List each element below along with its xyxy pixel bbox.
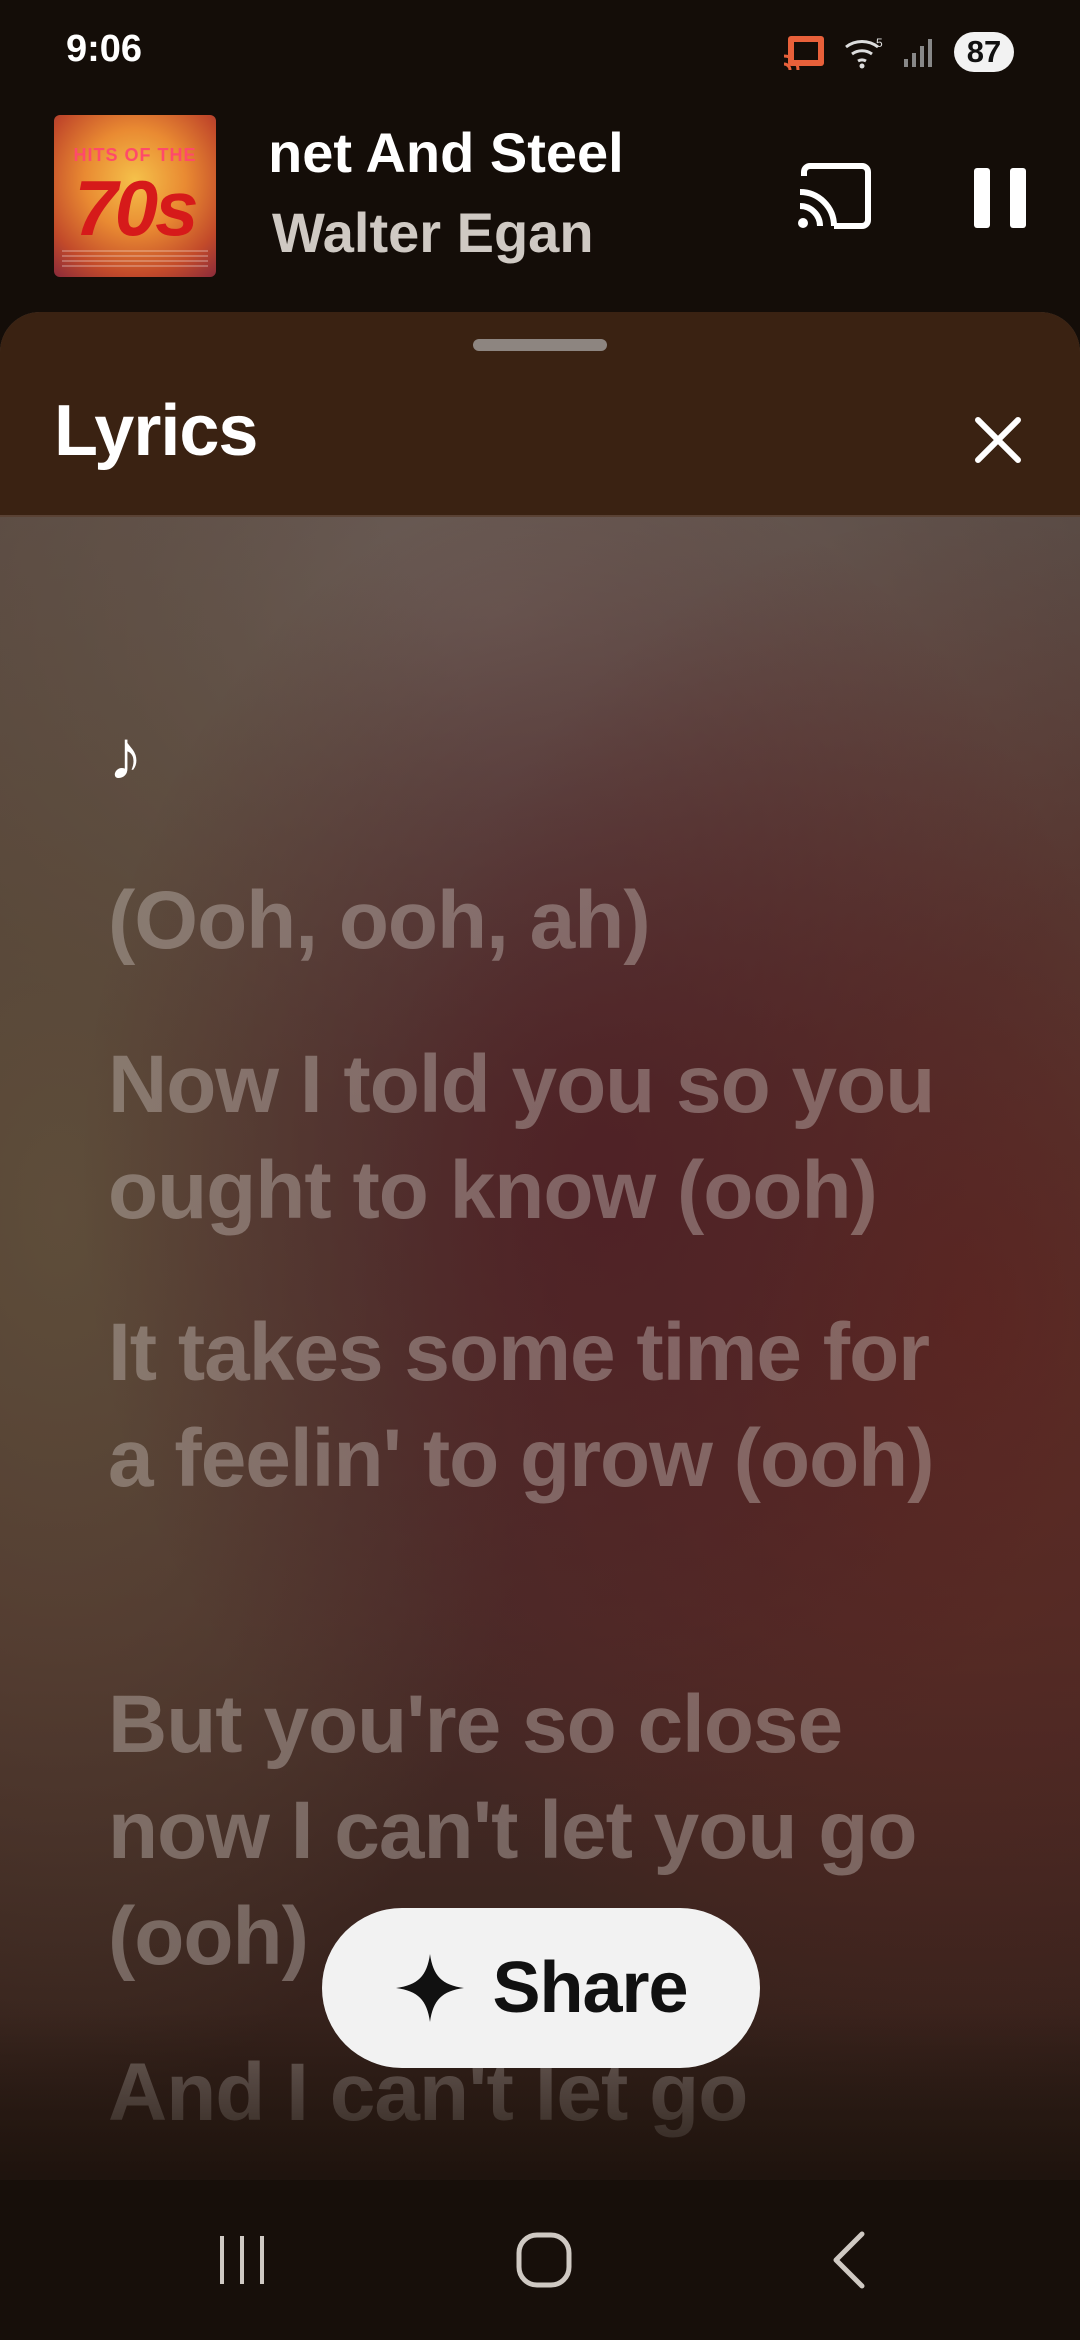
home-button[interactable] <box>494 2220 594 2300</box>
drag-handle[interactable] <box>473 339 607 351</box>
mini-player[interactable]: HITS OF THE 70s net And Steel Walter Ega… <box>0 100 1080 315</box>
signal-icon <box>904 39 932 67</box>
album-art[interactable]: HITS OF THE 70s <box>54 115 216 277</box>
home-icon <box>516 2232 572 2288</box>
music-note-icon: ♪ <box>108 716 143 794</box>
navigation-bar <box>0 2180 1080 2340</box>
lyrics-title: Lyrics <box>54 391 258 471</box>
pause-icon[interactable] <box>968 160 1032 236</box>
track-artist[interactable]: Walter Egan <box>272 200 594 265</box>
lyrics-sheet-header: Lyrics <box>0 312 1080 517</box>
battery-icon: 87 <box>954 32 1014 72</box>
wifi-icon: 5 <box>845 36 883 69</box>
track-title: net And Steel <box>272 121 624 184</box>
album-art-tracklist <box>62 250 208 268</box>
svg-text:5: 5 <box>876 36 883 50</box>
share-button[interactable]: Share <box>322 1908 760 2068</box>
lyrics-sheet[interactable]: Lyrics ♪ (Ooh, ooh, ah) Now I told you s… <box>0 312 1080 2180</box>
back-icon <box>833 2231 865 2289</box>
back-button[interactable] <box>800 2220 900 2300</box>
track-title-marquee[interactable]: net And Steel <box>272 120 692 190</box>
close-icon[interactable] <box>968 410 1028 470</box>
cast-icon[interactable] <box>796 162 876 232</box>
sparkle-icon <box>396 1954 465 2022</box>
lyric-line[interactable]: Now I told you so you ought to know (ooh… <box>108 1032 988 1244</box>
lyric-line[interactable]: (Ooh, ooh, ah) <box>108 868 988 974</box>
recents-button[interactable] <box>192 2220 292 2300</box>
lyric-line[interactable]: It takes some time for a feelin' to grow… <box>108 1300 988 1512</box>
cast-connected-icon <box>783 36 824 70</box>
share-label: Share <box>492 1948 688 2028</box>
album-art-title: 70s <box>74 164 198 252</box>
status-icons: 5 87 <box>782 28 1014 76</box>
status-bar: 9:06 5 87 <box>0 0 1080 100</box>
recents-icon <box>220 2236 264 2284</box>
status-time: 9:06 <box>66 28 143 70</box>
